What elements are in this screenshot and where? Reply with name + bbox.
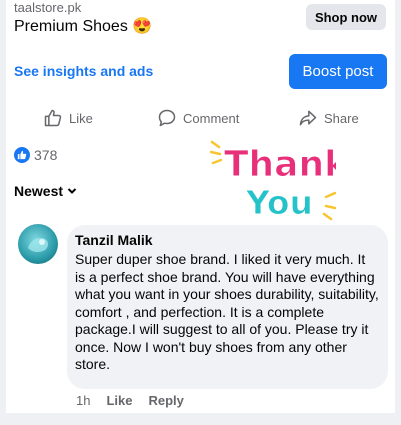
post-card: taalstore.pk Premium Shoes 😍 Shop now Se… — [6, 0, 395, 413]
comment-like-button[interactable]: Like — [106, 393, 132, 408]
boost-post-button[interactable]: Boost post — [289, 54, 387, 89]
share-action-button[interactable]: Share — [298, 104, 359, 132]
comment-action-label: Comment — [183, 110, 240, 126]
reaction-count: 378 — [34, 147, 58, 163]
sticker-line-you: You — [245, 183, 313, 222]
comment-sort-dropdown[interactable]: Newest — [14, 183, 77, 199]
post-title: Premium Shoes 😍 — [14, 18, 153, 35]
comment-bubble-icon — [158, 109, 176, 127]
share-arrow-icon — [299, 110, 317, 126]
post-domain[interactable]: taalstore.pk — [14, 0, 81, 15]
thank-you-sticker: Thank You — [210, 140, 336, 222]
comment-bubble: Tanzil Malik Super duper shoe brand. I l… — [67, 225, 388, 389]
sort-label: Newest — [14, 183, 64, 199]
comment-reply-button[interactable]: Reply — [148, 393, 183, 408]
comment-time[interactable]: 1h — [76, 393, 90, 408]
post-actions-bar: Like Comment Share — [6, 104, 395, 132]
sticker-line-thank: Thank — [224, 144, 336, 185]
like-action-button[interactable]: Like — [43, 104, 93, 132]
like-action-label: Like — [69, 110, 93, 126]
commenter-avatar[interactable] — [18, 224, 58, 264]
thumbs-up-icon — [44, 109, 62, 127]
comment-author[interactable]: Tanzil Malik — [75, 232, 379, 248]
shop-now-button[interactable]: Shop now — [306, 4, 386, 30]
reaction-summary[interactable]: 378 — [14, 147, 57, 163]
see-insights-link[interactable]: See insights and ads — [14, 63, 153, 79]
comment-text: Super duper shoe brand. I liked it very … — [75, 251, 379, 372]
comment-action-button[interactable]: Comment — [157, 104, 239, 132]
like-reaction-icon — [14, 147, 30, 163]
chevron-down-icon — [67, 188, 77, 194]
share-action-label: Share — [324, 110, 359, 126]
comment-meta: 1h Like Reply — [76, 393, 184, 408]
